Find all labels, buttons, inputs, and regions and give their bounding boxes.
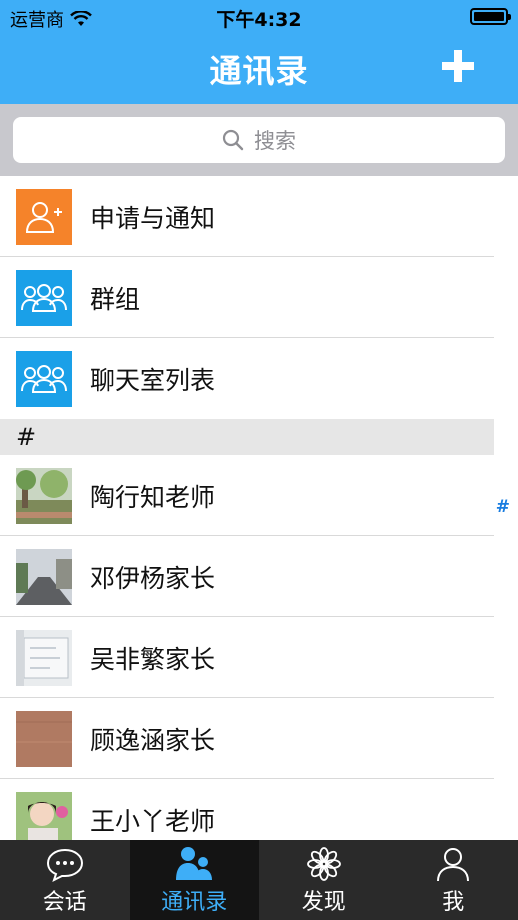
contact-row[interactable]: 陶行知老师 xyxy=(0,455,494,536)
contact-row[interactable]: 顾逸涵家长 xyxy=(0,698,494,779)
tab-bar: 会话 通讯录 发现 我 xyxy=(0,840,518,920)
menu-item-label: 聊天室列表 xyxy=(90,365,216,395)
group-icon xyxy=(16,350,72,407)
menu-item-label: 群组 xyxy=(90,284,141,314)
contact-name: 王小丫老师 xyxy=(90,806,216,836)
group-icon xyxy=(16,269,72,326)
person-icon xyxy=(437,848,470,882)
tab-label: 发现 xyxy=(301,890,346,915)
menu-item-label: 申请与通知 xyxy=(90,203,216,233)
add-button[interactable] xyxy=(438,46,478,86)
top-bar: 运营商 下午4:32 通讯录 xyxy=(0,0,518,104)
contact-row[interactable]: 邓伊杨家长 xyxy=(0,536,494,617)
section-header: # xyxy=(0,419,494,455)
contact-name: 顾逸涵家长 xyxy=(90,725,216,755)
plus-icon xyxy=(442,50,474,82)
contacts-list: 申请与通知 群组 聊天室列表 # 陶行知老师 邓伊杨家长 吴非繁家长 顾逸涵家长… xyxy=(0,176,494,860)
status-bar: 运营商 下午4:32 xyxy=(0,0,518,34)
search-input[interactable]: 搜索 xyxy=(13,117,505,163)
tab-chats[interactable]: 会话 xyxy=(0,840,130,920)
chat-bubble-icon xyxy=(46,848,83,882)
search-bar: 搜索 xyxy=(0,104,518,176)
tab-discover[interactable]: 发现 xyxy=(259,840,389,920)
battery-icon xyxy=(470,8,511,25)
menu-item-requests[interactable]: 申请与通知 xyxy=(0,176,494,257)
avatar xyxy=(16,629,72,686)
contact-row[interactable]: 吴非繁家长 xyxy=(0,617,494,698)
contacts-icon xyxy=(176,847,213,880)
avatar xyxy=(16,548,72,605)
add-user-icon xyxy=(16,188,72,245)
avatar xyxy=(16,710,72,767)
menu-item-chatrooms[interactable]: 聊天室列表 xyxy=(0,338,494,419)
status-time: 下午4:32 xyxy=(216,9,302,31)
tab-me[interactable]: 我 xyxy=(389,840,518,920)
tab-label: 我 xyxy=(442,890,465,915)
tab-label: 通讯录 xyxy=(161,890,228,915)
menu-item-groups[interactable]: 群组 xyxy=(0,257,494,338)
flower-icon xyxy=(306,847,341,881)
contact-name: 陶行知老师 xyxy=(90,482,216,512)
tab-contacts[interactable]: 通讯录 xyxy=(129,840,259,920)
search-icon xyxy=(222,129,244,151)
avatar xyxy=(16,467,72,524)
index-bar-item[interactable]: # xyxy=(496,497,510,517)
contact-name: 吴非繁家长 xyxy=(90,644,216,674)
tab-label: 会话 xyxy=(42,890,87,915)
search-placeholder: 搜索 xyxy=(254,129,296,153)
contact-name: 邓伊杨家长 xyxy=(90,563,216,593)
